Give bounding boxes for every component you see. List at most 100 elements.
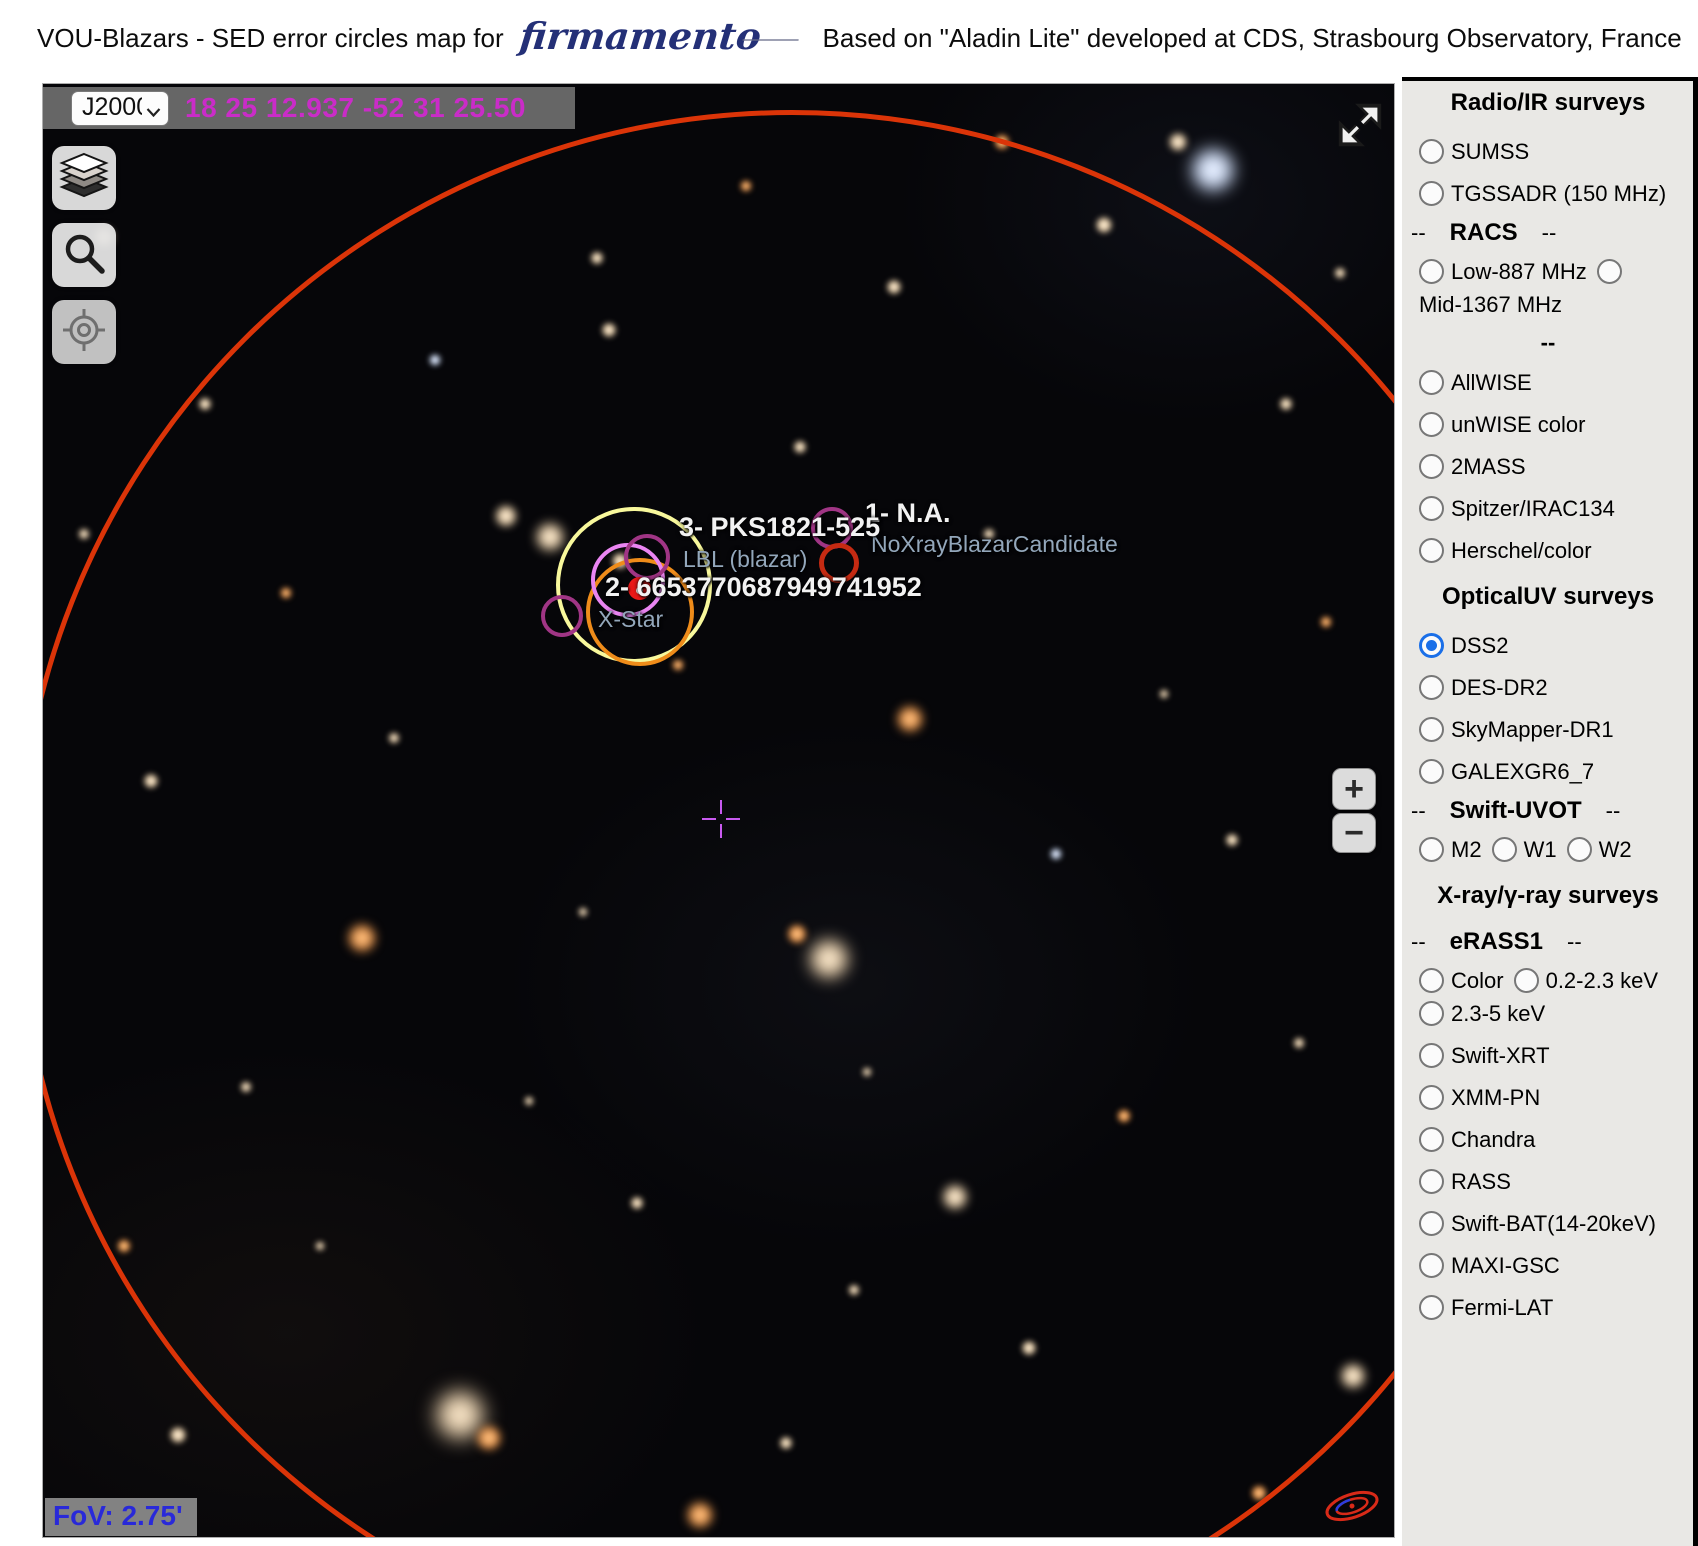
option-label: Fermi‑LAT bbox=[1451, 1295, 1554, 1320]
star-blob bbox=[1167, 132, 1188, 153]
option-label: MAXI‑GSC bbox=[1451, 1253, 1560, 1278]
unwise-color-radio[interactable] bbox=[1419, 412, 1444, 437]
option-label: Spitzer/IRAC134 bbox=[1451, 496, 1615, 521]
option-low-887-mhz[interactable]: Low‑887 MHz bbox=[1419, 259, 1587, 284]
star-blob bbox=[77, 528, 90, 541]
option-label: GALEXGR6_7 bbox=[1451, 759, 1595, 784]
coordinate-frame-select[interactable]: J2000 bbox=[71, 90, 169, 126]
option-row: Swift‑XRT bbox=[1419, 1039, 1687, 1072]
low-887-mhz-radio[interactable] bbox=[1419, 259, 1444, 284]
fermi-lat-radio[interactable] bbox=[1419, 1295, 1444, 1320]
option-sumss[interactable]: SUMSS bbox=[1419, 139, 1529, 164]
option-label: SUMSS bbox=[1451, 139, 1530, 164]
option-row: Chandra bbox=[1419, 1123, 1687, 1156]
chandra-radio[interactable] bbox=[1419, 1127, 1444, 1152]
option-row: GALEXGR6_7 bbox=[1419, 755, 1687, 788]
option-fermi-lat[interactable]: Fermi‑LAT bbox=[1419, 1295, 1553, 1320]
target-button[interactable] bbox=[52, 300, 116, 364]
galexgr6-7-radio[interactable] bbox=[1419, 759, 1444, 784]
option-xmm-pn[interactable]: XMM‑PN bbox=[1419, 1085, 1540, 1110]
option-label: Chandra bbox=[1451, 1127, 1536, 1152]
option-label: Swift‑BAT(14‑20keV) bbox=[1451, 1211, 1656, 1236]
option-allwise[interactable]: AllWISE bbox=[1419, 370, 1532, 395]
w2-radio[interactable] bbox=[1566, 837, 1592, 862]
color-radio[interactable] bbox=[1419, 968, 1444, 993]
page: VOU-Blazars - SED error circles map for … bbox=[0, 0, 1698, 1546]
option-2mass[interactable]: 2MASS bbox=[1419, 454, 1526, 479]
option-row: M2 W1 W2 bbox=[1419, 833, 1687, 866]
option-color[interactable]: Color bbox=[1419, 968, 1504, 993]
section-title-radio-ir-surveys: Radio/IR surveys bbox=[1450, 89, 1646, 116]
0-2-2-3-kev-radio[interactable] bbox=[1513, 968, 1539, 993]
layers-icon bbox=[57, 152, 111, 205]
2-3-5-kev-radio[interactable] bbox=[1419, 1001, 1444, 1026]
option-label: 0.2‑2.3 keV bbox=[1545, 968, 1659, 993]
option-label: W1 bbox=[1523, 837, 1557, 862]
option-swift-xrt[interactable]: Swift‑XRT bbox=[1419, 1043, 1550, 1068]
option-unwise-color[interactable]: unWISE color bbox=[1419, 412, 1586, 437]
option-row: TGSSADR (150 MHz) bbox=[1419, 177, 1687, 210]
attribution-text: Based on "Aladin Lite" developed at CDS,… bbox=[822, 23, 1682, 53]
source-3-type-label: LBL (blazar) bbox=[683, 546, 808, 572]
option-0-2-2-3-kev[interactable]: 0.2‑2.3 keV bbox=[1513, 968, 1659, 993]
xmm-pn-radio[interactable] bbox=[1419, 1085, 1444, 1110]
option-row: AllWISE bbox=[1419, 366, 1687, 399]
option-label: Herschel/color bbox=[1451, 538, 1592, 563]
sumss-radio[interactable] bbox=[1419, 139, 1444, 164]
option-row: Spitzer/IRAC134 bbox=[1419, 492, 1687, 525]
divider-erass1: -- eRASS1 -- bbox=[1411, 928, 1582, 955]
star-blob bbox=[1188, 145, 1237, 194]
rass-radio[interactable] bbox=[1419, 1169, 1444, 1194]
error-circle-purple-left bbox=[541, 595, 583, 637]
spitzer-irac134-radio[interactable] bbox=[1419, 496, 1444, 521]
option-label: SkyMapper‑DR1 bbox=[1451, 717, 1614, 742]
m2-radio[interactable] bbox=[1419, 837, 1444, 862]
source-2-id-label: 2- 6653770687949741952 bbox=[605, 572, 922, 602]
option-swift-bat-14-20kev[interactable]: Swift‑BAT(14‑20keV) bbox=[1419, 1211, 1656, 1236]
option-row: Fermi‑LAT bbox=[1419, 1291, 1687, 1324]
survey-panel: Radio/IR surveys SUMSS TGSSADR (150 MHz) --… bbox=[1402, 77, 1698, 1546]
option-des-dr2[interactable]: DES‑DR2 bbox=[1419, 675, 1548, 700]
skymapper-dr1-radio[interactable] bbox=[1419, 717, 1444, 742]
option-galexgr6-7[interactable]: GALEXGR6_7 bbox=[1419, 759, 1594, 784]
2mass-radio[interactable] bbox=[1419, 454, 1444, 479]
zoom-out-button[interactable]: − bbox=[1332, 813, 1376, 853]
layers-button[interactable] bbox=[52, 146, 116, 210]
option-2-3-5-kev[interactable]: 2.3‑5 keV bbox=[1419, 1001, 1545, 1026]
option-tgssadr-150-mhz[interactable]: TGSSADR (150 MHz) bbox=[1419, 181, 1666, 206]
zoom-in-button[interactable]: + bbox=[1332, 768, 1376, 810]
option-w2[interactable]: W2 bbox=[1566, 837, 1632, 862]
tgssadr-150-mhz-radio[interactable] bbox=[1419, 181, 1444, 206]
option-maxi-gsc[interactable]: MAXI‑GSC bbox=[1419, 1253, 1560, 1278]
mid-1367-mhz-radio[interactable] bbox=[1596, 259, 1622, 284]
option-rass[interactable]: RASS bbox=[1419, 1169, 1511, 1194]
option-chandra[interactable]: Chandra bbox=[1419, 1127, 1535, 1152]
option-skymapper-dr1[interactable]: SkyMapper‑DR1 bbox=[1419, 717, 1614, 742]
w1-radio[interactable] bbox=[1491, 837, 1517, 862]
divider-racs: -- RACS -- bbox=[1411, 219, 1557, 246]
allwise-radio[interactable] bbox=[1419, 370, 1444, 395]
option-herschel-color[interactable]: Herschel/color bbox=[1419, 538, 1592, 563]
option-row: Swift‑BAT(14‑20keV) bbox=[1419, 1207, 1687, 1240]
expand-icon bbox=[1335, 103, 1385, 154]
maxi-gsc-radio[interactable] bbox=[1419, 1253, 1444, 1278]
option-m2[interactable]: M2 bbox=[1419, 837, 1482, 862]
option-w1[interactable]: W1 bbox=[1491, 837, 1557, 862]
option-spitzer-irac134[interactable]: Spitzer/IRAC134 bbox=[1419, 496, 1615, 521]
dss2-radio[interactable] bbox=[1419, 633, 1444, 658]
firmamento-logo: firmamento bbox=[517, 13, 763, 58]
option-dss2[interactable]: DSS2 bbox=[1419, 633, 1508, 658]
search-button[interactable] bbox=[52, 223, 116, 287]
swift-xrt-radio[interactable] bbox=[1419, 1043, 1444, 1068]
herschel-color-radio[interactable] bbox=[1419, 538, 1444, 563]
star-blob bbox=[169, 1426, 188, 1445]
sky-map[interactable]: 1- N.A. NoXrayBlazarCandidate 3- PKS1821… bbox=[42, 83, 1395, 1538]
search-icon bbox=[61, 230, 107, 281]
swift-bat-14-20kev-radio[interactable] bbox=[1419, 1211, 1444, 1236]
option-label: unWISE color bbox=[1451, 412, 1586, 437]
fullscreen-button[interactable] bbox=[1335, 100, 1385, 150]
section-title-opticaluv-surveys: OpticalUV surveys bbox=[1441, 583, 1655, 610]
page-header: VOU-Blazars - SED error circles map for … bbox=[37, 0, 1682, 77]
des-dr2-radio[interactable] bbox=[1419, 675, 1444, 700]
divider-plain: -- bbox=[1540, 330, 1556, 355]
